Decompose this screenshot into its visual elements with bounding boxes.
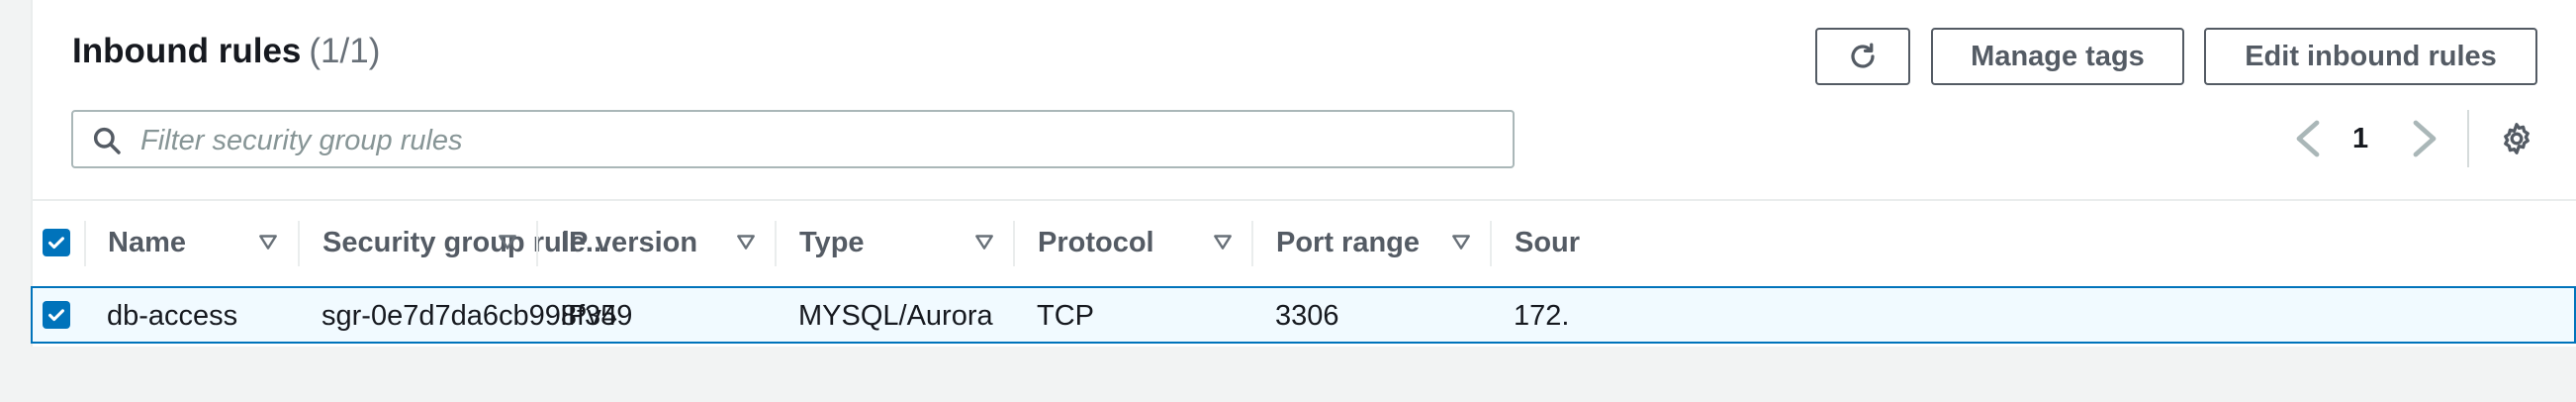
column-header-ip-version[interactable]: IP version — [561, 201, 697, 284]
manage-tags-button[interactable]: Manage tags — [1931, 28, 2184, 85]
column-header-port-range[interactable]: Port range — [1276, 201, 1420, 284]
column-header-type[interactable]: Type — [799, 201, 865, 284]
previous-page-icon[interactable] — [2293, 119, 2323, 158]
sort-icon[interactable] — [497, 231, 518, 252]
section-title-text: Inbound rules — [72, 32, 302, 70]
next-page-icon[interactable] — [2410, 119, 2439, 158]
pager-divider — [2467, 110, 2469, 167]
filter-search-box[interactable] — [71, 110, 1515, 168]
section-title: Inbound rules (1/1) — [72, 32, 380, 71]
table-header: Name Security group rule... IP version T… — [31, 201, 2576, 284]
current-page-number[interactable]: 1 — [2352, 123, 2368, 155]
sort-icon[interactable] — [735, 231, 757, 252]
rule-count: (1/1) — [309, 32, 381, 70]
column-separator — [775, 221, 777, 266]
cell-port-range: 3306 — [1275, 300, 1339, 332]
column-separator — [84, 221, 86, 266]
checkmark-icon — [48, 237, 64, 250]
sort-icon[interactable] — [973, 231, 995, 252]
column-header-name[interactable]: Name — [108, 201, 186, 284]
table-row[interactable]: db-access sgr-0e7d7da6cb998f359 IPv4 MYS… — [31, 286, 2576, 344]
select-all-checkbox[interactable] — [43, 229, 70, 256]
sort-icon[interactable] — [1212, 231, 1234, 252]
column-separator — [1490, 221, 1492, 266]
edit-inbound-rules-button[interactable]: Edit inbound rules — [2204, 28, 2537, 85]
sort-icon[interactable] — [257, 231, 279, 252]
column-separator — [298, 221, 300, 266]
row-select-checkbox[interactable] — [43, 301, 70, 329]
checkmark-icon — [48, 309, 64, 322]
sort-icon[interactable] — [1450, 231, 1472, 252]
cell-source: 172. — [1514, 300, 1570, 332]
column-header-source[interactable]: Sour — [1515, 201, 1580, 284]
filter-search-input[interactable] — [138, 118, 1498, 163]
cell-name: db-access — [107, 300, 238, 332]
column-separator — [1251, 221, 1253, 266]
column-header-protocol[interactable]: Protocol — [1038, 201, 1154, 284]
refresh-icon — [1851, 43, 1875, 68]
cell-type: MYSQL/Aurora — [798, 300, 993, 332]
column-separator — [536, 221, 538, 266]
column-separator — [1013, 221, 1015, 266]
refresh-button[interactable] — [1815, 28, 1910, 85]
cell-protocol: TCP — [1037, 300, 1094, 332]
search-icon — [93, 127, 121, 154]
cell-ip-version: IPv4 — [560, 300, 618, 332]
gear-icon[interactable] — [2499, 121, 2534, 156]
